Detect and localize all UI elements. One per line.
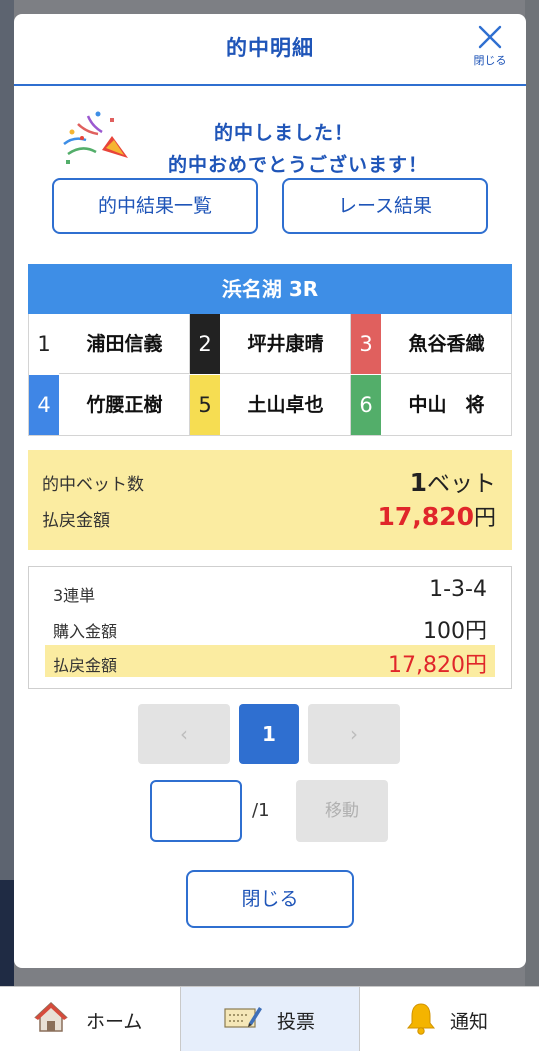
prev-page-button[interactable]: ‹ xyxy=(138,704,230,764)
bottom-tab-bar: ホーム 投票 通知 xyxy=(0,986,539,1051)
racer-3: 3 魚谷香織 xyxy=(351,314,511,374)
background-left-edge xyxy=(0,0,14,986)
bet-combination: 1-3-4 xyxy=(429,577,487,602)
hit-summary: 的中ベット数 1ベット 払戻金額 17,820円 xyxy=(28,450,512,550)
modal-title: 的中明細 xyxy=(226,36,314,60)
racer-number: 4 xyxy=(29,375,59,435)
racer-name: 竹腰正樹 xyxy=(86,394,163,416)
racer-6: 6 中山 将 xyxy=(351,375,511,435)
close-button[interactable]: 閉じる xyxy=(186,870,354,928)
hit-bets-row: 的中ベット数 1ベット xyxy=(28,464,512,498)
detail-payout-value: 17,820円 xyxy=(388,653,487,678)
tab-vote-label: 投票 xyxy=(277,1011,316,1033)
background-right-edge xyxy=(525,0,539,986)
tab-home-label: ホーム xyxy=(86,1011,143,1033)
racer-name: 魚谷香織 xyxy=(408,333,485,355)
hit-results-list-button[interactable]: 的中結果一覧 xyxy=(52,178,258,234)
bell-icon xyxy=(406,1003,436,1035)
modal-header: 的中明細 閉じる xyxy=(14,14,526,86)
tab-notify-label: 通知 xyxy=(450,1011,489,1033)
move-button[interactable]: 移動 xyxy=(296,780,388,842)
hit-bets-unit: ベット xyxy=(427,471,496,497)
racer-grid: 1 浦田信義 2 坪井康晴 3 魚谷香織 4 竹腰正樹 5 土山卓也 6 中山 … xyxy=(28,314,512,436)
summary-payout-unit: 円 xyxy=(473,506,496,531)
racer-5: 5 土山卓也 xyxy=(190,375,351,435)
racer-name: 土山卓也 xyxy=(247,394,324,416)
bet-detail: 3連単 1-3-4 購入金額 100円 払戻金額 17,820円 xyxy=(28,566,512,689)
detail-payout-row: 払戻金額 17,820円 xyxy=(45,645,495,678)
tab-home[interactable]: ホーム xyxy=(0,987,180,1051)
congrats-line-1: 的中しました！ xyxy=(213,122,354,144)
racer-number: 5 xyxy=(190,375,220,435)
summary-payout-value: 17,820円 xyxy=(378,500,497,532)
bet-type-row: 3連単 1-3-4 xyxy=(45,575,495,607)
racer-4: 4 竹腰正樹 xyxy=(29,375,190,435)
racer-number: 6 xyxy=(351,375,381,435)
racer-name: 中山 将 xyxy=(408,394,485,416)
bet-type-label: 3連単 xyxy=(53,586,96,605)
racer-number: 2 xyxy=(190,314,220,374)
race-results-button[interactable]: レース結果 xyxy=(282,178,488,234)
racer-number: 3 xyxy=(351,314,381,374)
page-number-input[interactable] xyxy=(150,780,242,842)
close-modal-button[interactable]: 閉じる xyxy=(466,24,514,76)
close-label: 閉じる xyxy=(473,54,507,67)
racer-name: 浦田信義 xyxy=(86,333,163,355)
page-total: /1 xyxy=(252,800,270,821)
ticket-icon xyxy=(224,1007,262,1028)
summary-payout-label: 払戻金額 xyxy=(42,511,110,531)
close-icon xyxy=(478,25,502,49)
hit-bets-value: 1ベット xyxy=(410,464,496,498)
tab-vote[interactable]: 投票 xyxy=(180,987,360,1051)
purchase-value: 100円 xyxy=(423,619,487,644)
purchase-row: 購入金額 100円 xyxy=(45,611,495,644)
tab-notify[interactable]: 通知 xyxy=(360,987,539,1051)
racer-number: 1 xyxy=(29,314,59,374)
detail-payout-label: 払戻金額 xyxy=(53,656,118,675)
hit-details-modal: 的中明細 閉じる 的中しました！ 的中おめでとうございます！ 的中結果一覧 レー… xyxy=(14,14,526,968)
racer-1: 1 浦田信義 xyxy=(29,314,190,374)
congrats-message: 的中しました！ 的中おめでとうございます！ xyxy=(14,106,526,176)
summary-payout-amount: 17,820 xyxy=(377,502,474,531)
summary-payout-row: 払戻金額 17,820円 xyxy=(28,500,512,534)
hit-bets-label: 的中ベット数 xyxy=(42,475,144,495)
congrats-line-2: 的中おめでとうございます！ xyxy=(167,154,428,176)
race-title: 浜名湖 3R xyxy=(28,264,512,314)
racer-2: 2 坪井康晴 xyxy=(190,314,351,374)
hit-bets-count: 1 xyxy=(409,468,427,497)
purchase-label: 購入金額 xyxy=(53,622,118,641)
next-page-button[interactable]: › xyxy=(308,704,400,764)
home-icon xyxy=(34,1001,68,1032)
racer-name: 坪井康晴 xyxy=(247,333,324,355)
background-left-dark xyxy=(0,880,14,986)
current-page-button[interactable]: 1 xyxy=(239,704,299,764)
